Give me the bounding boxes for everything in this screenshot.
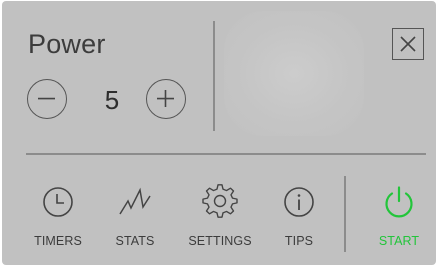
settings-label: SETTINGS	[188, 234, 252, 248]
gear-icon	[202, 184, 238, 218]
blurred-preview-area	[224, 11, 364, 136]
tips-label: TIPS	[284, 234, 314, 248]
plus-circle-icon	[157, 90, 174, 107]
tips-button[interactable]: TIPS	[270, 184, 328, 256]
minus-circle-icon	[38, 97, 55, 100]
stats-button[interactable]: STATS	[100, 184, 170, 256]
stats-label: STATS	[115, 234, 155, 248]
horizontal-divider	[26, 153, 426, 155]
timers-button[interactable]: TIMERS	[22, 184, 94, 256]
power-icon	[385, 186, 413, 218]
zigzag-graph-icon	[119, 187, 151, 215]
decrease-power-button[interactable]	[27, 79, 67, 119]
power-label: Power	[28, 29, 106, 59]
info-icon	[284, 187, 314, 217]
settings-button[interactable]: SETTINGS	[174, 184, 266, 256]
increase-power-button[interactable]	[146, 79, 186, 119]
clock-icon	[43, 187, 73, 217]
power-value: 5	[104, 85, 120, 115]
start-button[interactable]: START	[364, 184, 434, 256]
start-label: START	[378, 234, 420, 248]
close-icon	[400, 36, 416, 52]
close-button[interactable]	[392, 28, 424, 60]
top-vertical-divider	[213, 21, 215, 131]
bottom-vertical-divider	[344, 176, 346, 252]
timers-label: TIMERS	[34, 234, 82, 248]
power-control-panel: Power 5 TIMERS STATS SETTINGS TIPS START	[2, 1, 436, 265]
